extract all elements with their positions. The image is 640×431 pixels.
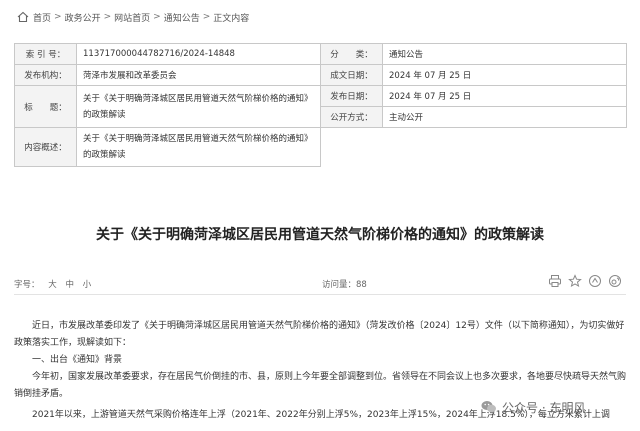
title-label: 标 题： — [14, 85, 77, 128]
view-count: 访问量：88 — [322, 280, 367, 290]
section-heading: 一、出台《通知》背景 — [32, 355, 123, 365]
print-icon[interactable] — [548, 274, 562, 288]
index-value: 113717000044782716/2024-14848 — [76, 43, 321, 65]
published-date-label: 发布日期： — [320, 85, 383, 107]
breadcrumb-separator: > — [103, 12, 112, 22]
font-size-label: 字号： — [14, 280, 40, 290]
star-icon[interactable] — [568, 274, 582, 288]
font-size-small-button[interactable]: 小 — [83, 280, 92, 290]
breadcrumb-gov-affairs[interactable]: 政务公开 — [65, 11, 101, 24]
title-value: 关于《关于明确菏泽城区居民用管道天然气阶梯价格的通知》 的政策解读 — [76, 85, 321, 128]
org-label: 发布机构： — [14, 64, 77, 86]
wechat-watermark: 公众号 · 东明风 — [480, 398, 585, 416]
summary-value-line-1: 关于《关于明确菏泽城区居民用管道天然气阶梯价格的通知》 — [83, 134, 313, 144]
summary-value: 关于《关于明确菏泽城区居民用管道天然气阶梯价格的通知》 的政策解读 — [76, 127, 321, 167]
published-date-value: 2024 年 07 月 25 日 — [382, 85, 627, 107]
breadcrumb-separator: > — [202, 12, 211, 22]
metadata-table: 索 引 号： 113717000044782716/2024-14848 分 类… — [14, 43, 627, 167]
font-size-medium-button[interactable]: 中 — [65, 280, 74, 290]
breadcrumb-notices[interactable]: 通知公告 — [164, 11, 200, 24]
title-value-line-2: 的政策解读 — [83, 109, 126, 120]
breadcrumb-site-home[interactable]: 网站首页 — [114, 11, 150, 24]
weibo-icon[interactable] — [608, 274, 622, 288]
share-icons — [548, 274, 622, 288]
breadcrumb-current: 正文内容 — [213, 13, 250, 24]
wechat-icon — [481, 401, 496, 413]
font-size-controls: 字号： 大 中 小 — [14, 278, 97, 290]
share-icon[interactable] — [588, 274, 602, 288]
breadcrumb: 首页 > 政务公开 > 网站首页 > 通知公告 > 正文内容 — [0, 0, 640, 34]
title-value-line-1: 关于《关于明确菏泽城区居民用管道天然气阶梯价格的通知》 — [83, 93, 313, 104]
article-title: 关于《关于明确菏泽城区居民用管道天然气阶梯价格的通知》的政策解读 — [96, 227, 544, 243]
disclosure-label: 公开方式： — [320, 106, 383, 128]
font-size-large-button[interactable]: 大 — [48, 280, 57, 290]
created-date-label: 成文日期： — [320, 64, 383, 86]
index-label: 索 引 号： — [14, 43, 77, 65]
breadcrumb-separator: > — [54, 12, 62, 22]
watermark-text: 公众号 · 东明风 — [502, 400, 586, 415]
disclosure-value: 主动公开 — [382, 106, 627, 128]
org-value: 菏泽市发展和改革委员会 — [76, 64, 321, 86]
empty-cell — [320, 127, 627, 167]
created-date-value: 2024 年 07 月 25 日 — [382, 64, 627, 86]
category-label: 分 类： — [320, 43, 383, 65]
home-icon[interactable] — [17, 11, 29, 23]
breadcrumb-separator: > — [153, 12, 161, 22]
summary-value-line-2: 的政策解读 — [83, 150, 126, 160]
category-value: 通知公告 — [382, 43, 627, 65]
intro-paragraph: 近日，市发展改革委印发了《关于明确菏泽城区居民用管道天然气阶梯价格的通知》（菏发… — [14, 321, 625, 348]
breadcrumb-home[interactable]: 首页 — [33, 11, 51, 24]
summary-label: 内容概述： — [14, 127, 77, 167]
article-toolbar: 字号： 大 中 小 访问量：88 — [14, 270, 626, 295]
